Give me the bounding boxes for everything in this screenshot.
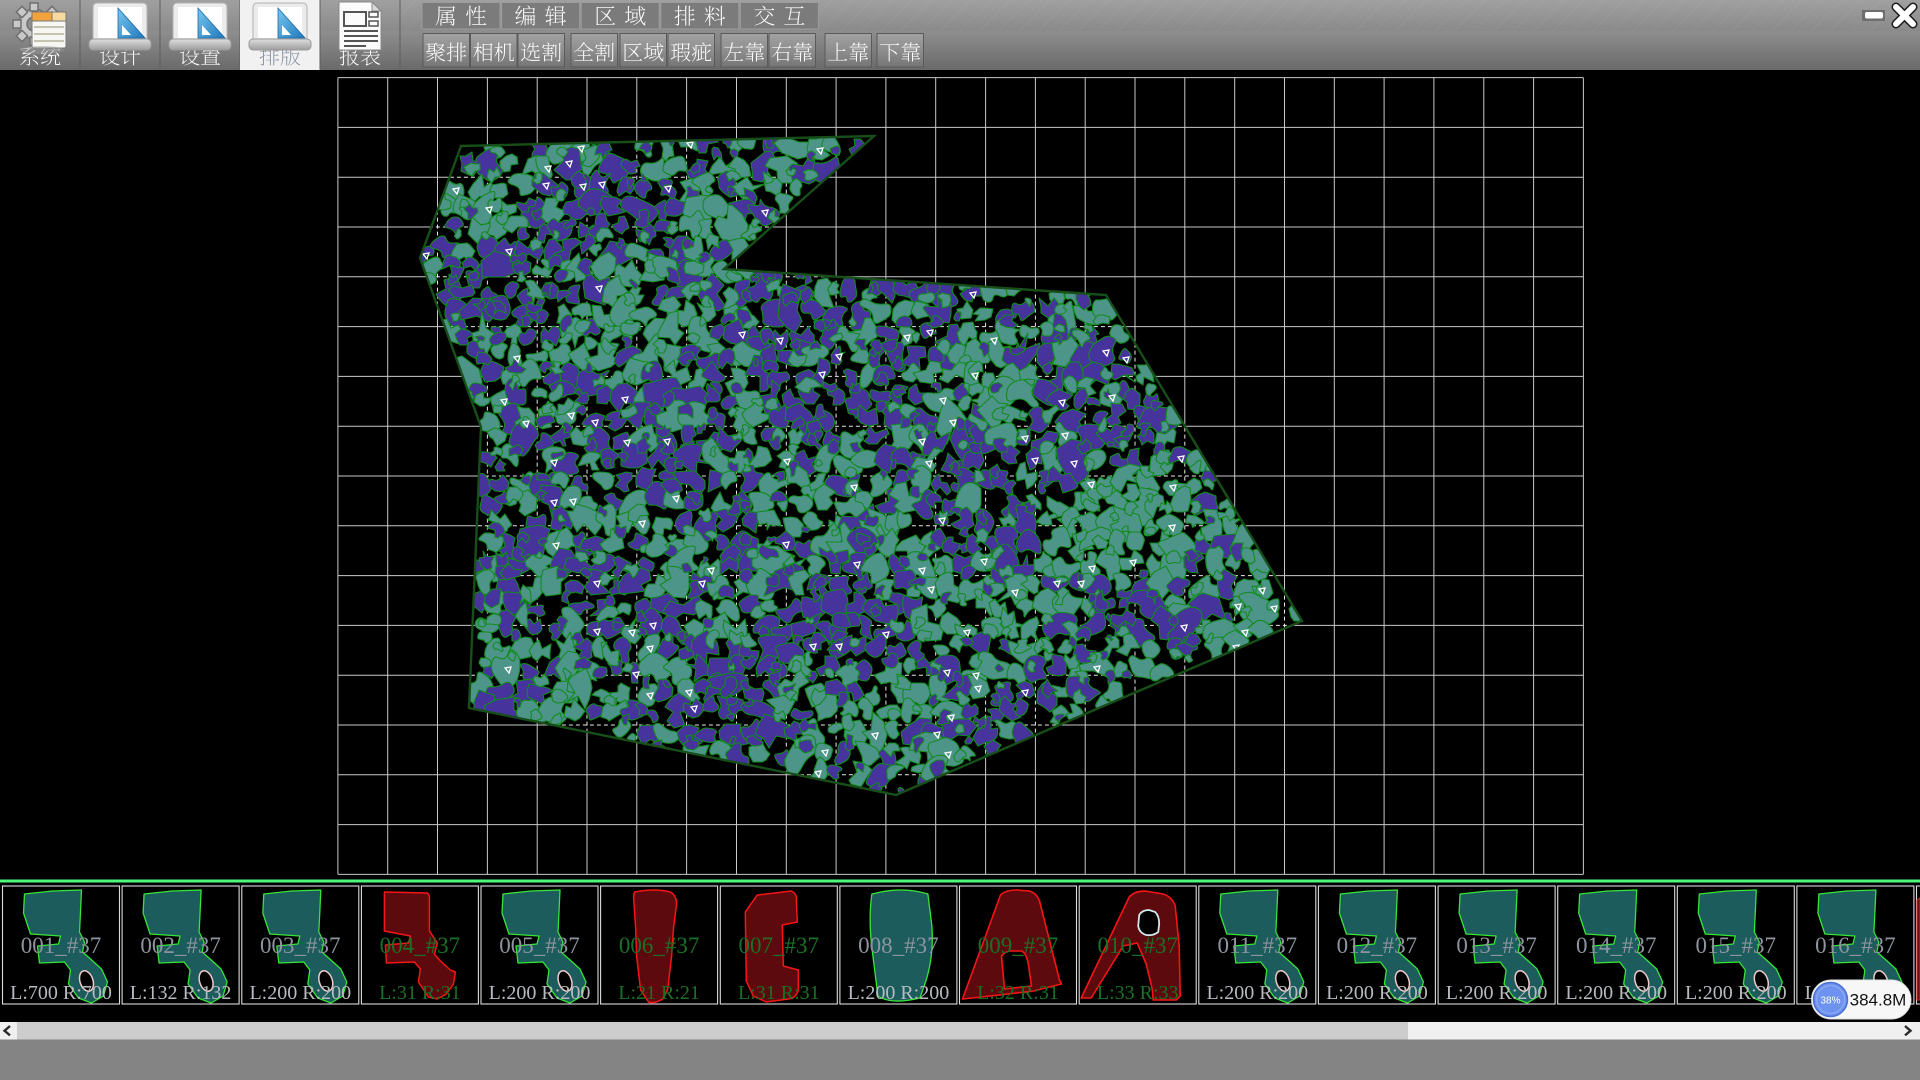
svg-text:003_#37: 003_#37: [260, 933, 341, 958]
svg-text:014_#37: 014_#37: [1576, 933, 1657, 958]
svg-text:006_#37: 006_#37: [619, 933, 700, 958]
svg-text:L:200 R:200: L:200 R:200: [249, 982, 351, 1004]
svg-text:008_#37: 008_#37: [858, 933, 939, 958]
svg-text:013_#37: 013_#37: [1456, 933, 1537, 958]
svg-text:38%: 38%: [1820, 996, 1840, 1007]
svg-text:L:32 R:31: L:32 R:31: [977, 982, 1059, 1004]
svg-text:L:132 R:132: L:132 R:132: [130, 982, 232, 1004]
svg-text:010_#37: 010_#37: [1097, 933, 1178, 958]
svg-text:L:200 R:200: L:200 R:200: [1685, 982, 1787, 1004]
svg-text:L:200 R:200: L:200 R:200: [1326, 982, 1428, 1004]
svg-text:016_#37: 016_#37: [1815, 933, 1896, 958]
svg-text:011_#37: 011_#37: [1217, 933, 1297, 958]
svg-text:007_#37: 007_#37: [739, 933, 820, 958]
svg-text:L:200 R:200: L:200 R:200: [848, 982, 950, 1004]
svg-text:L:21 R:21: L:21 R:21: [618, 982, 700, 1004]
svg-text:015_#37: 015_#37: [1696, 933, 1777, 958]
svg-text:L:700 R:700: L:700 R:700: [10, 982, 112, 1004]
svg-text:009_#37: 009_#37: [978, 933, 1059, 958]
svg-text:004_#37: 004_#37: [380, 933, 461, 958]
svg-text:002_#37: 002_#37: [140, 933, 221, 958]
svg-text:384.8M: 384.8M: [1850, 991, 1907, 1010]
svg-text:L:200 R:200: L:200 R:200: [489, 982, 591, 1004]
svg-text:L:200 R:200: L:200 R:200: [1206, 982, 1308, 1004]
svg-text:L:31 R:31: L:31 R:31: [738, 982, 820, 1004]
svg-text:012_#37: 012_#37: [1337, 933, 1418, 958]
svg-text:L:200 R:200: L:200 R:200: [1446, 982, 1548, 1004]
svg-text:L:200 R:200: L:200 R:200: [1565, 982, 1667, 1004]
svg-text:L:31 R:31: L:31 R:31: [379, 982, 461, 1004]
svg-text:001_#37: 001_#37: [21, 933, 102, 958]
svg-text:L:33 R:33: L:33 R:33: [1097, 982, 1179, 1004]
svg-text:005_#37: 005_#37: [499, 933, 580, 958]
